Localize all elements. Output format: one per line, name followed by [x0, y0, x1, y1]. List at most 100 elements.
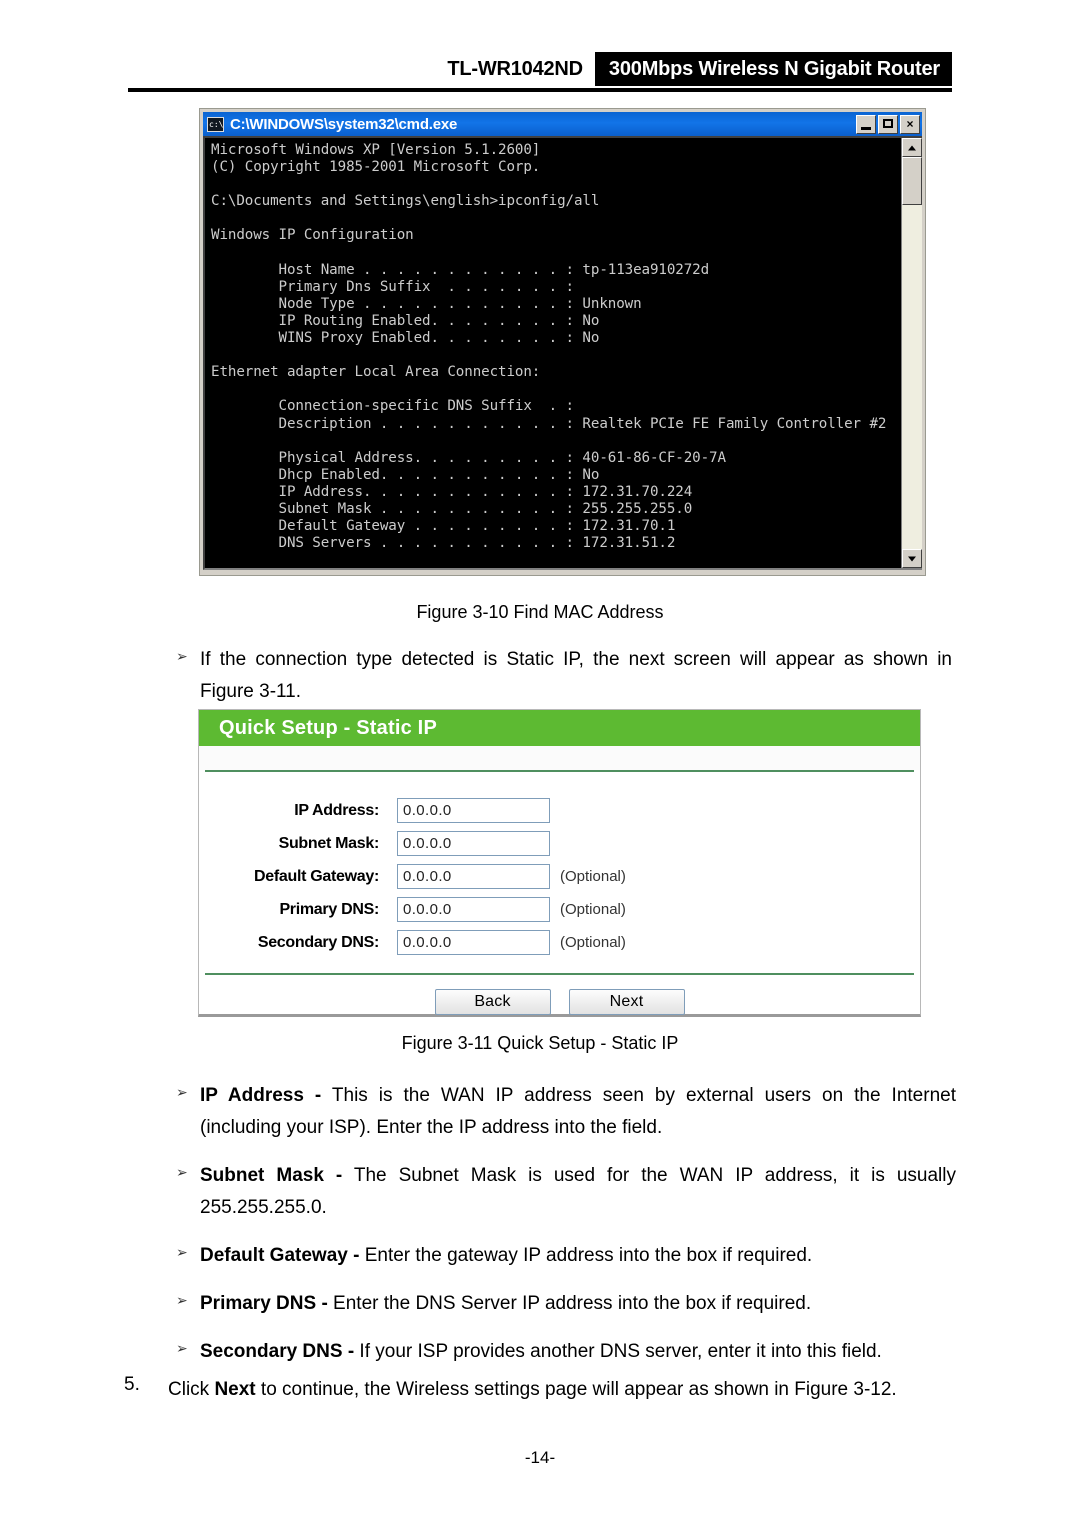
step-5-text: Click Next to continue, the Wireless set… — [168, 1374, 954, 1406]
scroll-up-button[interactable] — [902, 138, 922, 157]
page-number: -14- — [524, 1448, 556, 1467]
scrollbar-track[interactable] — [902, 157, 922, 549]
cmd-output-line: DNS Servers . . . . . . . . . . . : 172.… — [211, 535, 676, 552]
field-label: Subnet Mask: — [278, 834, 380, 852]
figure-3-11-caption: Figure 3-11 Quick Setup - Static IP — [401, 1033, 679, 1053]
cmd-output-line: WINS Proxy Enabled. . . . . . . . : No — [211, 330, 600, 347]
step-5-bold: Next — [214, 1379, 256, 1400]
form-row: IP Address: 0.0.0.0 — [199, 794, 920, 827]
minimize-button[interactable] — [856, 114, 876, 134]
header-model-name: TL-WR1042ND — [447, 57, 583, 80]
description-text: Secondary DNS - If your ISP provides ano… — [200, 1336, 956, 1368]
description-text: Subnet Mask - The Subnet Mask is used fo… — [200, 1160, 956, 1224]
optional-label: (Optional) — [560, 934, 626, 951]
chevron-down-icon — [908, 556, 916, 561]
close-icon: × — [906, 116, 914, 131]
cmd-output-line: Host Name . . . . . . . . . . . . : tp-1… — [211, 261, 710, 278]
optional-label: (Optional) — [560, 868, 626, 885]
cmd-output-line — [211, 176, 901, 193]
cmd-console-output: Microsoft Windows XP [Version 5.1.2600](… — [205, 138, 901, 568]
scroll-down-button[interactable] — [902, 549, 922, 568]
bullet-marker: ➢ — [176, 1292, 188, 1308]
description-body: If your ISP provides another DNS server,… — [354, 1341, 882, 1362]
maximize-button[interactable] — [878, 114, 898, 134]
optional-label: (Optional) — [560, 901, 626, 918]
router-panel-subbar — [199, 746, 920, 770]
header-rule — [128, 88, 952, 92]
description-text: Default Gateway - Enter the gateway IP a… — [200, 1240, 956, 1272]
bullet-marker: ➢ — [176, 648, 188, 664]
bullet-marker: ➢ — [176, 1340, 188, 1356]
cmd-output-line: Windows IP Configuration — [211, 227, 414, 244]
field-input[interactable]: 0.0.0.0 — [397, 831, 550, 856]
scrollbar-thumb[interactable] — [902, 157, 922, 205]
field-input[interactable]: 0.0.0.0 — [397, 930, 550, 955]
bullet-marker: ➢ — [176, 1164, 188, 1180]
bullet-marker: ➢ — [176, 1084, 188, 1100]
description-term: Default Gateway - — [200, 1245, 360, 1266]
maximize-icon — [883, 118, 893, 128]
router-action-bar: Back Next — [199, 975, 920, 1015]
description-bullet: ➢ Subnet Mask - The Subnet Mask is used f… — [166, 1160, 956, 1224]
router-admin-panel: Quick Setup - Static IP IP Address: 0.0.0… — [198, 709, 921, 1017]
step-5-prefix: Click — [168, 1379, 215, 1400]
cmd-output-line: Physical Address. . . . . . . . . : 40-6… — [211, 449, 727, 466]
minimize-icon — [861, 126, 871, 130]
field-label: Secondary DNS: — [257, 933, 379, 951]
chevron-up-icon — [908, 145, 916, 150]
field-label: Default Gateway: — [253, 867, 379, 885]
cmd-body: Microsoft Windows XP [Version 5.1.2600](… — [203, 136, 922, 570]
cmd-output-line — [211, 433, 901, 450]
field-input[interactable]: 0.0.0.0 — [397, 798, 550, 823]
header-product-tagline: 300Mbps Wireless N Gigabit Router — [594, 52, 952, 86]
bullet-static-ip: ➢ If the connection type detected is Sta… — [166, 644, 956, 708]
cmd-icon — [207, 116, 224, 132]
step-5-suffix: to continue, the Wireless settings page … — [255, 1379, 897, 1400]
cmd-output-line: C:\Documents and Settings\english>ipconf… — [211, 193, 600, 210]
description-body: Enter the DNS Server IP address into the… — [327, 1293, 812, 1314]
cmd-window-controls: × — [856, 114, 920, 134]
router-panel-title: Quick Setup - Static IP — [219, 716, 437, 739]
back-button[interactable]: Back — [434, 989, 551, 1015]
description-term: IP Address - — [200, 1085, 322, 1106]
description-text: Primary DNS - Enter the DNS Server IP ad… — [200, 1288, 956, 1320]
form-row: Secondary DNS: 0.0.0.0 (Optional) — [199, 926, 920, 959]
cmd-output-line: IP Address. . . . . . . . . . . . : 172.… — [211, 483, 693, 500]
cmd-output-line — [211, 210, 901, 227]
description-term: Secondary DNS - — [200, 1341, 355, 1362]
step-5: 5. Click Next to continue, the Wireless … — [124, 1374, 954, 1406]
cmd-output-line — [211, 245, 901, 262]
page-running-header: TL-WR1042ND 300Mbps Wireless N Gigabit R… — [128, 52, 952, 86]
static-ip-form: IP Address: 0.0.0.0 Subnet Mask: 0.0.0.0 Def… — [199, 772, 920, 959]
step-5-number: 5. — [124, 1374, 140, 1395]
bullet-marker: ➢ — [176, 1244, 188, 1260]
description-body: Enter the gateway IP address into the bo… — [359, 1245, 813, 1266]
cmd-output-line: Node Type . . . . . . . . . . . . : Unkn… — [211, 295, 642, 312]
cmd-output-line: Default Gateway . . . . . . . . . : 172.… — [211, 518, 676, 535]
cmd-output-line: Description . . . . . . . . . . . : Real… — [211, 415, 887, 432]
description-bullet: ➢ IP Address - This is the WAN IP address… — [166, 1080, 956, 1144]
description-term: Primary DNS - — [200, 1293, 328, 1314]
cmd-scrollbar[interactable] — [901, 138, 922, 568]
next-button[interactable]: Next — [568, 989, 685, 1015]
cmd-output-line: IP Routing Enabled. . . . . . . . : No — [211, 312, 600, 329]
field-input[interactable]: 0.0.0.0 — [397, 864, 550, 889]
description-text: IP Address - This is the WAN IP address … — [200, 1080, 956, 1144]
cmd-window-title: C:\WINDOWS\system32\cmd.exe — [230, 115, 458, 133]
description-bullet: ➢ Default Gateway - Enter the gateway IP … — [166, 1240, 956, 1272]
form-row: Subnet Mask: 0.0.0.0 — [199, 827, 920, 860]
description-bullet: ➢ Primary DNS - Enter the DNS Server IP a… — [166, 1288, 956, 1320]
form-row: Default Gateway: 0.0.0.0 (Optional) — [199, 860, 920, 893]
field-input[interactable]: 0.0.0.0 — [397, 897, 550, 922]
field-label: IP Address: — [294, 801, 379, 819]
cmd-output-line: Primary Dns Suffix . . . . . . . : — [211, 278, 575, 295]
router-panel-header: Quick Setup - Static IP — [199, 710, 920, 746]
description-bullet: ➢ Secondary DNS - If your ISP provides an… — [166, 1336, 956, 1368]
close-button[interactable]: × — [900, 114, 920, 134]
field-label: Primary DNS: — [279, 900, 379, 918]
cmd-output-line: Dhcp Enabled. . . . . . . . . . . : No — [211, 466, 600, 483]
cmd-output-line — [211, 347, 901, 364]
cmd-output-line: Connection-specific DNS Suffix . : — [211, 398, 575, 415]
cmd-title-bar[interactable]: C:\WINDOWS\system32\cmd.exe × — [203, 112, 922, 136]
cmd-output-line — [211, 381, 901, 398]
